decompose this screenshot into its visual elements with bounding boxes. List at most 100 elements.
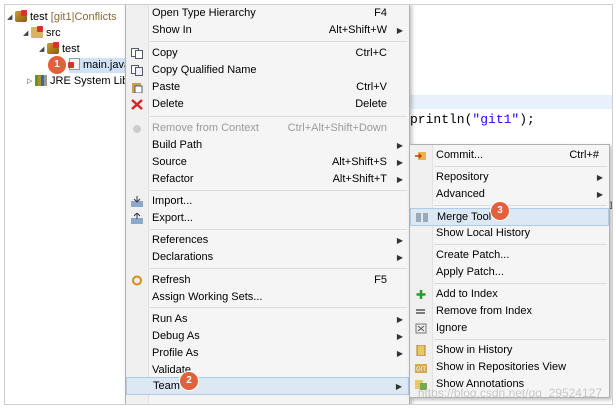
menu-label: Debug As (152, 330, 200, 342)
expand-arrow-icon[interactable]: ◢ (7, 10, 15, 25)
menu-separator (150, 268, 407, 269)
menu-item-commit[interactable]: Commit... Ctrl+# (410, 147, 609, 164)
menu-item-apply-patch[interactable]: Apply Patch... (410, 264, 609, 281)
submenu-arrow-icon: ▶ (396, 253, 403, 262)
menu-item-profile-as[interactable]: Profile As ▶ (126, 345, 409, 362)
menu-item-advanced[interactable]: Advanced ▶ (410, 186, 609, 203)
menu-item-remove-from-index[interactable]: Remove from Index (410, 303, 609, 320)
code-string: "git1" (472, 112, 520, 127)
code-prefix: println( (410, 112, 473, 127)
repositories-icon: GIT (415, 362, 427, 373)
tree-item-project[interactable]: ◢ test [git1|Conflicts (7, 10, 117, 25)
menu-item-build-path[interactable]: Build Path ▶ (126, 137, 409, 154)
menu-item-delete[interactable]: Delete Delete (126, 96, 409, 113)
menu-item-add-to-index[interactable]: Add to Index (410, 286, 609, 303)
menu-item-show-local-history[interactable]: Show Local History (410, 225, 609, 242)
menu-label: Repository (436, 171, 489, 183)
menu-shortcut: Ctrl+C (355, 47, 387, 59)
menu-item-create-patch[interactable]: Create Patch... (410, 247, 609, 264)
menu-label: Assign Working Sets... (152, 291, 263, 303)
step-badge-1: 1 (48, 56, 66, 74)
menu-shortcut: F5 (374, 274, 387, 286)
refresh-icon (131, 275, 143, 286)
menu-shortcut: F4 (374, 7, 387, 19)
tree-item-package[interactable]: ◢ test (39, 42, 80, 57)
code-line[interactable]: println("git1"); (410, 112, 535, 127)
menu-item-source[interactable]: Source Alt+Shift+S ▶ (126, 154, 409, 171)
menu-shortcut: Alt+Shift+S (331, 156, 387, 168)
menu-label: Source (152, 156, 187, 168)
menu-item-copy-qualified-name[interactable]: Copy Qualified Name (126, 62, 409, 79)
menu-label: Merge Tool (437, 211, 492, 223)
code-suffix: ); (519, 112, 535, 127)
submenu-arrow-icon: ▶ (396, 175, 403, 184)
menu-item-export[interactable]: Export... (126, 210, 409, 227)
menu-separator (434, 283, 607, 284)
library-icon (35, 75, 47, 86)
menu-item-merge-tool[interactable]: Merge Tool (410, 208, 609, 226)
submenu-arrow-icon: ▶ (396, 236, 403, 245)
menu-label: Run As (152, 313, 188, 325)
export-icon (131, 212, 143, 224)
menu-label: Profile As (152, 347, 199, 359)
menu-label: Apply Patch... (436, 266, 504, 278)
menu-label: Paste (152, 81, 181, 93)
paste-icon (131, 82, 143, 94)
menu-shortcut: Alt+Shift+W (328, 24, 387, 36)
menu-label: Delete (152, 98, 184, 110)
menu-label: Show In (152, 24, 192, 36)
submenu-arrow-icon: ▶ (596, 173, 603, 182)
menu-item-copy[interactable]: Copy Ctrl+C (126, 45, 409, 62)
step-badge-2: 2 (180, 372, 198, 390)
src-label: src (46, 27, 61, 39)
menu-item-ignore[interactable]: Ignore (410, 320, 609, 337)
submenu-arrow-icon: ▶ (396, 332, 403, 341)
project-name: test (30, 11, 48, 23)
project-icon (15, 10, 27, 22)
menu-item-refactor[interactable]: Refactor Alt+Shift+T ▶ (126, 171, 409, 188)
menu-shortcut: Alt+Shift+T (332, 173, 387, 185)
tree-item-src[interactable]: ◢ src (23, 26, 61, 41)
menu-separator (150, 307, 407, 308)
submenu-arrow-icon: ▶ (396, 141, 403, 150)
tree-item-jre[interactable]: ▷ JRE System Libr (27, 74, 132, 89)
menu-item-show-in[interactable]: Show In Alt+Shift+W ▶ (126, 22, 409, 39)
menu-item-open-type-hierarchy[interactable]: Open Type Hierarchy F4 (126, 5, 409, 22)
delete-icon (131, 99, 143, 110)
menu-separator (434, 205, 607, 206)
menu-item-paste[interactable]: Paste Ctrl+V (126, 79, 409, 96)
source-folder-icon (31, 26, 43, 38)
menu-item-show-in-repositories-view[interactable]: GIT Show in Repositories View (410, 359, 609, 376)
project-git-tag: [git1|Conflicts (50, 11, 117, 23)
menu-item-show-in-history[interactable]: Show in History (410, 342, 609, 359)
step-badge-3: 3 (491, 202, 509, 220)
menu-label: Copy (152, 47, 178, 59)
menu-label: Refresh (152, 274, 191, 286)
menu-separator (150, 41, 407, 42)
menu-item-repository[interactable]: Repository ▶ (410, 169, 609, 186)
package-label: test (62, 43, 80, 55)
menu-item-run-as[interactable]: Run As ▶ (126, 311, 409, 328)
menu-item-declarations[interactable]: Declarations ▶ (126, 249, 409, 266)
menu-item-refresh[interactable]: Refresh F5 (126, 272, 409, 289)
menu-item-references[interactable]: References ▶ (126, 232, 409, 249)
menu-label: Open Type Hierarchy (152, 7, 256, 19)
svg-text:GIT: GIT (416, 367, 426, 373)
menu-item-debug-as[interactable]: Debug As ▶ (126, 328, 409, 345)
menu-item-team[interactable]: Team ▶ (126, 377, 409, 395)
menu-label: Remove from Context (152, 122, 259, 134)
ignore-icon (415, 323, 427, 334)
expand-arrow-icon[interactable]: ◢ (23, 26, 31, 41)
menu-item-import[interactable]: Import... (126, 193, 409, 210)
expand-arrow-icon[interactable]: ◢ (39, 42, 47, 57)
remove-context-icon (131, 123, 143, 134)
add-index-icon (415, 289, 427, 300)
menu-separator (434, 244, 607, 245)
menu-item-assign-working-sets[interactable]: Assign Working Sets... (126, 289, 409, 306)
menu-separator (434, 339, 607, 340)
collapse-arrow-icon[interactable]: ▷ (27, 74, 35, 89)
menu-label: References (152, 234, 209, 246)
menu-separator (434, 166, 607, 167)
copy-qualified-icon (131, 65, 143, 76)
menu-item-remove-from-context[interactable]: Remove from Context Ctrl+Alt+Shift+Down (126, 120, 409, 137)
